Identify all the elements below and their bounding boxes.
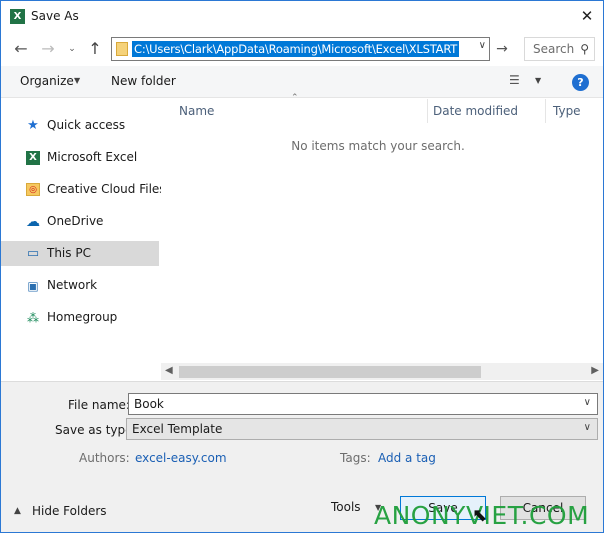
close-button[interactable]: ✕ [571, 1, 603, 32]
sidebar-item-onedrive[interactable]: ☁ OneDrive [1, 209, 159, 234]
window-title: Save As [31, 9, 79, 23]
computer-icon: ▭ [26, 246, 40, 261]
caret-down-icon[interactable]: ▼ [535, 76, 541, 85]
chevron-down-icon[interactable]: ∨ [584, 397, 591, 408]
save-as-type-select[interactable]: Excel Template ∨ [126, 418, 598, 440]
address-row: ← → ⌄ ↑ C:\Users\Clark\AppData\Roaming\M… [1, 36, 603, 64]
sidebar-item-homegroup[interactable]: ⁂ Homegroup [1, 305, 159, 330]
tags-label: Tags: [340, 451, 371, 465]
homegroup-icon: ⁂ [27, 311, 39, 325]
column-header-type[interactable]: Type [553, 104, 581, 118]
title-bar: X Save As ✕ [1, 1, 603, 32]
creative-cloud-icon: ◎ [26, 183, 40, 196]
navigation-pane: ★ Quick access X Microsoft Excel ◎ Creat… [1, 99, 166, 381]
network-icon: ▣ [27, 279, 39, 293]
sidebar-item-quick-access[interactable]: ★ Quick access [1, 113, 159, 138]
file-name-label: File name: [68, 398, 130, 412]
back-arrow-icon[interactable]: ← [10, 36, 32, 62]
address-path[interactable]: C:\Users\Clark\AppData\Roaming\Microsoft… [132, 41, 460, 57]
sidebar-item-label: Homegroup [47, 310, 118, 324]
mouse-cursor-icon: ⬉ [472, 505, 488, 526]
sidebar-item-label: Quick access [47, 118, 126, 132]
sidebar-item-label: Microsoft Excel [47, 150, 138, 164]
chevron-down-icon[interactable]: ∨ [479, 40, 486, 51]
save-as-dialog: X Save As ✕ ← → ⌄ ↑ C:\Users\Clark\AppDa… [0, 0, 604, 533]
up-arrow-icon[interactable]: ↑ [85, 36, 105, 62]
chevron-down-icon[interactable]: ∨ [584, 422, 591, 433]
folder-icon [116, 42, 128, 56]
sort-ascending-icon: ⌃ [291, 93, 299, 103]
search-icon: ⚲ [580, 42, 589, 56]
tags-input[interactable]: Add a tag [378, 451, 436, 465]
command-bar: Organize ▼ New folder ☰ ▼ ? [1, 66, 603, 98]
recent-locations-dropdown[interactable]: ⌄ [65, 36, 79, 62]
file-name-value: Book [134, 397, 164, 411]
column-divider[interactable] [427, 99, 428, 123]
sidebar-item-network[interactable]: ▣ Network [1, 273, 159, 298]
search-input[interactable]: Search ⚲ [524, 37, 595, 61]
go-arrow-icon[interactable]: → [493, 39, 511, 59]
sidebar-item-microsoft-excel[interactable]: X Microsoft Excel [1, 145, 159, 170]
column-header-name[interactable]: Name [179, 104, 214, 118]
scroll-left-icon[interactable]: ◀ [165, 365, 173, 376]
sidebar-item-label: OneDrive [47, 214, 104, 228]
file-name-input[interactable]: Book ∨ [128, 393, 598, 415]
view-options-icon[interactable]: ☰ [509, 73, 520, 87]
sidebar-item-this-pc[interactable]: ▭ This PC [1, 241, 159, 266]
excel-icon: X [26, 151, 40, 165]
scroll-right-icon[interactable]: ▶ [591, 365, 599, 376]
save-as-type-value: Excel Template [132, 422, 223, 436]
save-as-type-label: Save as type: [55, 423, 137, 437]
search-placeholder: Search [533, 42, 575, 56]
forward-arrow-icon[interactable]: → [37, 36, 59, 62]
new-folder-button[interactable]: New folder [111, 74, 176, 88]
file-list: ⌃ Name Date modified Type No items match… [161, 93, 603, 381]
sidebar-item-label: Network [47, 278, 98, 292]
sidebar-item-label: Creative Cloud Files [47, 182, 166, 196]
cloud-icon: ☁ [26, 214, 40, 230]
star-icon: ★ [27, 118, 39, 133]
excel-icon: X [10, 9, 25, 24]
column-header-date-modified[interactable]: Date modified [433, 104, 518, 118]
caret-down-icon[interactable]: ▼ [74, 76, 80, 85]
hide-folders-button[interactable]: Hide Folders [32, 504, 107, 518]
sidebar-item-creative-cloud-files[interactable]: ◎ Creative Cloud Files [1, 177, 166, 202]
address-bar[interactable]: C:\Users\Clark\AppData\Roaming\Microsoft… [111, 37, 490, 61]
empty-message: No items match your search. [291, 139, 465, 153]
organize-button[interactable]: Organize [20, 74, 74, 88]
help-icon[interactable]: ? [572, 74, 589, 91]
tools-button[interactable]: Tools [331, 500, 361, 514]
horizontal-scrollbar[interactable]: ◀ ▶ [161, 363, 603, 380]
authors-label: Authors: [79, 451, 130, 465]
caret-up-icon[interactable]: ▲ [14, 506, 21, 516]
authors-value[interactable]: excel-easy.com [135, 451, 227, 465]
column-divider[interactable] [545, 99, 546, 123]
sidebar-item-label: This PC [47, 246, 91, 260]
scrollbar-thumb[interactable] [179, 366, 481, 378]
